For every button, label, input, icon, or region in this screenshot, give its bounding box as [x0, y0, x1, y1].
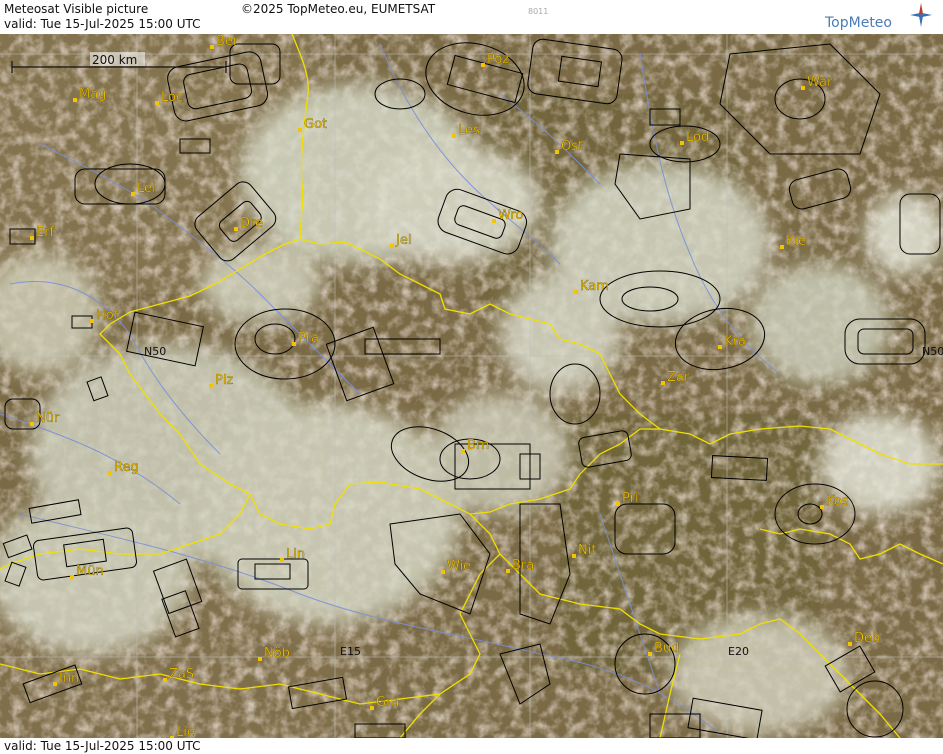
header-bar: Meteosat Visible picture valid: Tue 15-J…: [0, 0, 943, 35]
city-label-reg: Reg: [114, 460, 139, 475]
city-marker-inn: [53, 682, 57, 686]
city-marker-pri: [616, 502, 620, 506]
city-label-bud: Bud: [654, 641, 679, 656]
compass-icon: [910, 3, 932, 27]
city-label-jel: Jel: [395, 233, 411, 248]
city-label-pra: Pra: [298, 331, 319, 346]
city-marker-wie: [441, 570, 445, 574]
city-label-wie: Wie: [447, 559, 471, 574]
city-label-poz: Poz: [487, 52, 509, 67]
city-label-kos: Kos: [826, 494, 849, 509]
page: Meteosat Visible picture valid: Tue 15-J…: [0, 0, 943, 754]
city-marker-brn: [461, 449, 465, 453]
city-marker-nür: [30, 422, 34, 426]
city-marker-got: [298, 128, 302, 132]
city-label-kie: Kie: [786, 234, 806, 249]
city-label-kra: Kra: [724, 334, 746, 349]
city-label-hof: Hof: [96, 308, 119, 323]
city-label-brn: Brn: [467, 438, 489, 453]
city-marker-kra: [718, 345, 722, 349]
city-marker-zar: [661, 381, 665, 385]
city-label-nöb: Nöb: [264, 646, 290, 661]
city-label-got: Got: [304, 117, 327, 132]
city-label-bra: Bra: [512, 558, 534, 573]
valid-time: valid: Tue 15-Jul-2025 15:00 UTC: [4, 17, 201, 31]
city-marker-lod: [680, 141, 684, 145]
city-marker-hof: [90, 319, 94, 323]
city-marker-bud: [648, 652, 652, 656]
city-marker-mün: [70, 575, 74, 579]
grid-label-n50-east: N50: [922, 345, 943, 358]
city-marker-bra: [506, 569, 510, 573]
city-marker-poz: [481, 63, 485, 67]
city-label-dre: Dre: [240, 216, 263, 231]
city-marker-jel: [390, 244, 394, 248]
copyright: ©2025 TopMeteo.eu, EUMETSAT: [241, 2, 436, 16]
city-label-pri: Pri: [622, 491, 639, 506]
city-label-gra: Gra: [376, 695, 399, 710]
city-marker-nöb: [258, 657, 262, 661]
city-marker-dre: [234, 227, 238, 231]
city-marker-gra: [370, 706, 374, 710]
map-title: Meteosat Visible picture: [4, 2, 149, 16]
city-marker-loc: [155, 101, 159, 105]
city-label-war: War: [807, 75, 833, 90]
city-marker-lin: [280, 558, 284, 562]
satellite-map[interactable]: 200 km N50 N50 E15 E20 Ber Poz War Mag Loc Go…: [0, 34, 943, 738]
grid-label-n50-west: N50: [144, 345, 166, 358]
city-label-lie: Lie: [176, 725, 195, 738]
city-marker-deb: [848, 642, 852, 646]
grid-label-e15: E15: [340, 645, 361, 658]
city-label-les: Les: [458, 123, 480, 138]
city-marker-nit: [572, 554, 576, 558]
city-marker-les: [452, 134, 456, 138]
city-label-nür: Nür: [36, 411, 60, 426]
grid-label-e20: E20: [728, 645, 749, 658]
logo-text: TopMeteo: [825, 15, 892, 31]
city-label-wro: Wro: [498, 208, 523, 223]
city-marker-mag: [73, 98, 77, 102]
city-label-ber: Ber: [216, 34, 239, 49]
city-marker-lei: [131, 192, 135, 196]
city-marker-ost: [555, 150, 559, 154]
city-label-inn: Inn: [59, 671, 79, 686]
city-marker-war: [801, 86, 805, 90]
city-label-zas: ZaS: [169, 667, 194, 682]
city-label-deb: Deb: [854, 631, 880, 646]
scale-label: 200 km: [92, 53, 137, 67]
city-label-erf: Erf: [36, 225, 55, 240]
city-label-mün: Mün: [76, 564, 104, 579]
topmeteo-logo[interactable]: TopMeteo: [825, 2, 935, 32]
city-marker-pra: [292, 342, 296, 346]
city-label-lin: Lin: [286, 547, 305, 562]
city-marker-reg: [108, 471, 112, 475]
city-marker-zas: [163, 678, 167, 682]
city-marker-wro: [492, 219, 496, 223]
city-marker-ber: [210, 45, 214, 49]
image-code: 8011: [528, 7, 549, 16]
city-label-ost: Ost: [561, 139, 583, 154]
city-label-lei: Lei: [137, 181, 156, 196]
footer-valid-time: valid: Tue 15-Jul-2025 15:00 UTC: [4, 739, 201, 753]
city-label-kam: Kam: [580, 279, 609, 294]
city-label-nit: Nit: [578, 543, 596, 558]
city-label-zar: Zar: [667, 370, 690, 385]
city-label-mag: Mag: [79, 87, 106, 102]
city-label-lod: Lod: [686, 130, 709, 145]
map-canvas: 200 km N50 N50 E15 E20 Ber Poz War Mag Loc Go…: [0, 34, 943, 738]
city-marker-kie: [780, 245, 784, 249]
city-marker-kam: [574, 290, 578, 294]
city-marker-kos: [820, 505, 824, 509]
city-label-plz: Plz: [215, 373, 233, 388]
city-marker-erf: [30, 236, 34, 240]
city-marker-plz: [209, 384, 213, 388]
city-label-loc: Loc: [161, 90, 183, 105]
footer-bar: valid: Tue 15-Jul-2025 15:00 UTC: [0, 738, 943, 754]
